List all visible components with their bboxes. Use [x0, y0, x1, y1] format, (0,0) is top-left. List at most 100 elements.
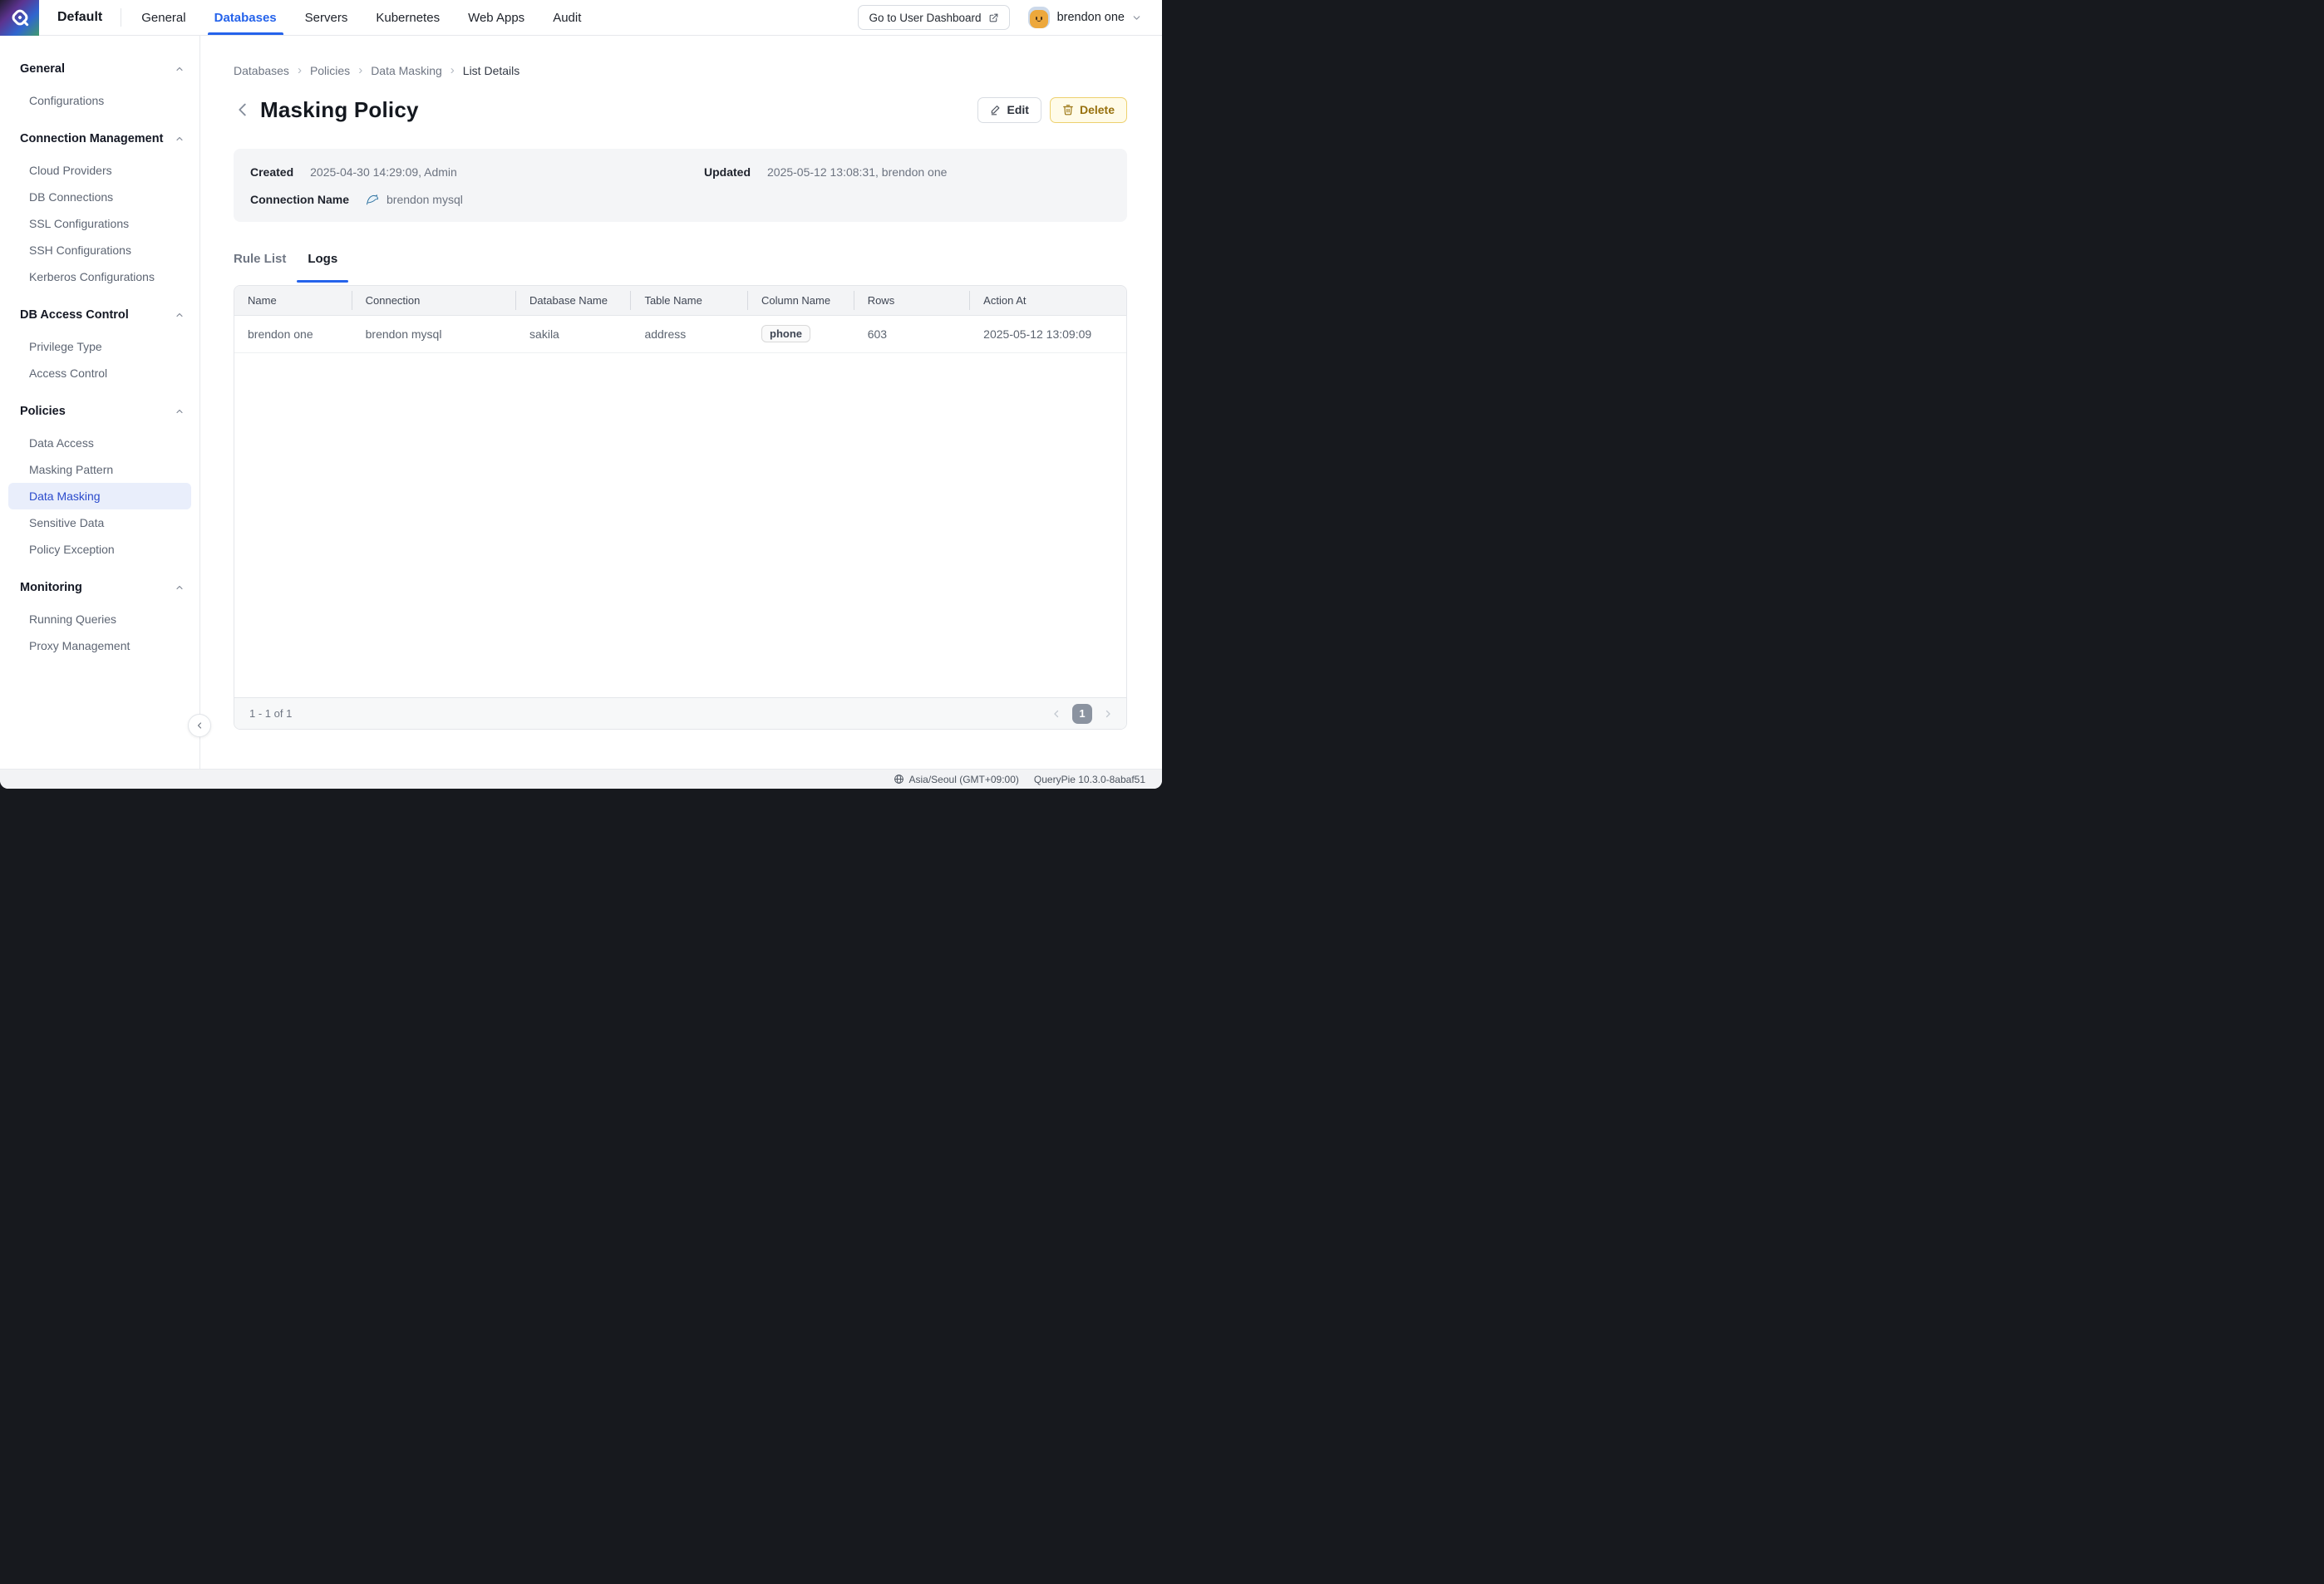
breadcrumb-databases[interactable]: Databases [234, 64, 289, 77]
page: Default General Databases Servers Kubernete… [0, 0, 1162, 792]
tab-rule-list[interactable]: Rule List [234, 252, 286, 273]
topbar-right: Go to User Dashboard brendon one [858, 5, 1162, 30]
breadcrumb-separator-icon: › [451, 64, 455, 76]
updated-value: 2025-05-12 13:08:31, brendon one [767, 165, 947, 179]
back-button[interactable] [234, 101, 252, 119]
sidebar-section-title: Policies [20, 405, 66, 418]
title-row: Masking Policy Edit [234, 92, 1127, 127]
sidebar-collapse-button[interactable] [188, 714, 211, 737]
sidebar-item-policy-exception[interactable]: Policy Exception [20, 536, 186, 563]
tab-logs[interactable]: Logs [308, 252, 337, 273]
nav-item-audit[interactable]: Audit [553, 0, 581, 35]
chevron-right-icon [1103, 709, 1113, 719]
table-pagination: 1 - 1 of 1 1 [234, 697, 1126, 729]
sidebar-item-access-control[interactable]: Access Control [20, 360, 186, 386]
top-bar: Default General Databases Servers Kubernete… [0, 0, 1162, 36]
table-empty-area [234, 353, 1126, 698]
breadcrumb-data-masking[interactable]: Data Masking [371, 64, 442, 77]
user-avatar[interactable] [1028, 7, 1050, 28]
globe-icon [894, 774, 904, 785]
sidebar-section-title: DB Access Control [20, 308, 129, 322]
sidebar-item-sensitive-data[interactable]: Sensitive Data [20, 509, 186, 536]
go-to-user-dashboard-label: Go to User Dashboard [869, 12, 981, 24]
sidebar-section-header-db-access-control[interactable]: DB Access Control [20, 303, 186, 327]
go-to-user-dashboard-button[interactable]: Go to User Dashboard [858, 5, 1009, 30]
querypie-logo[interactable] [0, 0, 39, 36]
connection-name-value: brendon mysql [387, 193, 463, 206]
column-header-rows: Rows [854, 286, 970, 315]
connection-name-label: Connection Name [250, 193, 349, 206]
policy-info-panel: Created 2025-04-30 14:29:09, Admin Updat… [234, 149, 1127, 222]
sidebar-item-privilege-type[interactable]: Privilege Type [20, 333, 186, 360]
nav-item-general[interactable]: General [141, 0, 185, 35]
bottom-strip [0, 789, 1162, 792]
sidebar-section-header-connection-management[interactable]: Connection Management [20, 127, 186, 150]
timezone-indicator[interactable]: Asia/Seoul (GMT+09:00) [894, 774, 1019, 785]
delete-button-label: Delete [1080, 103, 1115, 116]
sidebar-section-header-general[interactable]: General [20, 57, 186, 81]
pagination-next-button[interactable] [1103, 709, 1113, 719]
cell-column-name: phone [748, 315, 854, 352]
sidebar-section-header-monitoring[interactable]: Monitoring [20, 576, 186, 599]
detail-tabs: Rule List Logs [234, 252, 1127, 273]
sidebar-section-monitoring: Monitoring Running QueriesProxy Managemen… [20, 576, 186, 659]
logs-table: NameConnectionDatabase NameTable NameCol… [234, 285, 1127, 730]
edit-button[interactable]: Edit [977, 97, 1041, 123]
pagination-prev-button[interactable] [1051, 709, 1061, 719]
column-header-column-name: Column Name [748, 286, 854, 315]
page-title: Masking Policy [260, 97, 419, 123]
nav-item-databases[interactable]: Databases [214, 0, 277, 35]
sidebar-item-kerberos-configurations[interactable]: Kerberos Configurations [20, 263, 186, 290]
sidebar-section-header-policies[interactable]: Policies [20, 400, 186, 423]
column-name-tag: phone [761, 325, 810, 342]
main-content: Databases › Policies › Data Masking › List Det… [200, 36, 1162, 769]
created-value: 2025-04-30 14:29:09, Admin [310, 165, 457, 179]
cell-action-at: 2025-05-12 13:09:09 [970, 315, 1126, 352]
cell-rows: 603 [854, 315, 970, 352]
chevron-left-icon [1051, 709, 1061, 719]
sidebar-item-data-access[interactable]: Data Access [20, 430, 186, 456]
user-menu-toggle[interactable] [1131, 12, 1142, 23]
sidebar-section-general: General Configurations [20, 57, 186, 114]
app-window: Default General Databases Servers Kubernete… [0, 0, 1162, 789]
sidebar-section-policies: PoliciesData AccessMasking PatternData M… [20, 400, 186, 563]
chevron-left-icon [234, 101, 252, 119]
cell-connection: brendon mysql [352, 315, 516, 352]
pagination-page-1[interactable]: 1 [1072, 704, 1092, 724]
breadcrumb-separator-icon: › [298, 64, 302, 76]
sidebar-item-masking-pattern[interactable]: Masking Pattern [20, 456, 186, 483]
mysql-dolphin-icon [366, 193, 380, 205]
sidebar-item-cloud-providers[interactable]: Cloud Providers [20, 157, 186, 184]
workspace-name: Default [57, 10, 102, 25]
column-header-table-name: Table Name [631, 286, 748, 315]
trash-icon [1062, 104, 1074, 116]
sidebar-item-running-queries[interactable]: Running Queries [20, 606, 186, 632]
breadcrumb-separator-icon: › [358, 64, 362, 76]
sidebar-section-connection-management: Connection Management Cloud ProvidersDB C… [20, 127, 186, 290]
edit-pencil-icon [990, 104, 1002, 116]
nav-item-kubernetes[interactable]: Kubernetes [376, 0, 440, 35]
column-header-name: Name [234, 286, 352, 315]
chevron-left-icon [194, 721, 204, 731]
pagination-summary: 1 - 1 of 1 [249, 707, 292, 720]
sidebar-item-ssh-configurations[interactable]: SSH Configurations [20, 237, 186, 263]
sidebar-item-data-masking[interactable]: Data Masking [8, 483, 191, 509]
nav-item-servers[interactable]: Servers [305, 0, 348, 35]
chevron-up-icon [175, 583, 185, 593]
timezone-label: Asia/Seoul (GMT+09:00) [909, 774, 1019, 785]
nav-item-web-apps[interactable]: Web Apps [468, 0, 524, 35]
sidebar-item-db-connections[interactable]: DB Connections [20, 184, 186, 210]
cell-name: brendon one [234, 315, 352, 352]
sidebar: General Configurations Connection Manageme… [0, 36, 200, 769]
column-header-action-at: Action At [970, 286, 1126, 315]
sidebar-item-proxy-management[interactable]: Proxy Management [20, 632, 186, 659]
chevron-up-icon [175, 64, 185, 74]
breadcrumb-list-details: List Details [463, 64, 519, 77]
sidebar-section-title: Monitoring [20, 581, 82, 594]
breadcrumb-policies[interactable]: Policies [310, 64, 350, 77]
sidebar-item-ssl-configurations[interactable]: SSL Configurations [20, 210, 186, 237]
delete-button[interactable]: Delete [1050, 97, 1127, 123]
table-header-row: NameConnectionDatabase NameTable NameCol… [234, 286, 1126, 315]
created-label: Created [250, 165, 293, 179]
sidebar-item-configurations[interactable]: Configurations [20, 87, 186, 114]
